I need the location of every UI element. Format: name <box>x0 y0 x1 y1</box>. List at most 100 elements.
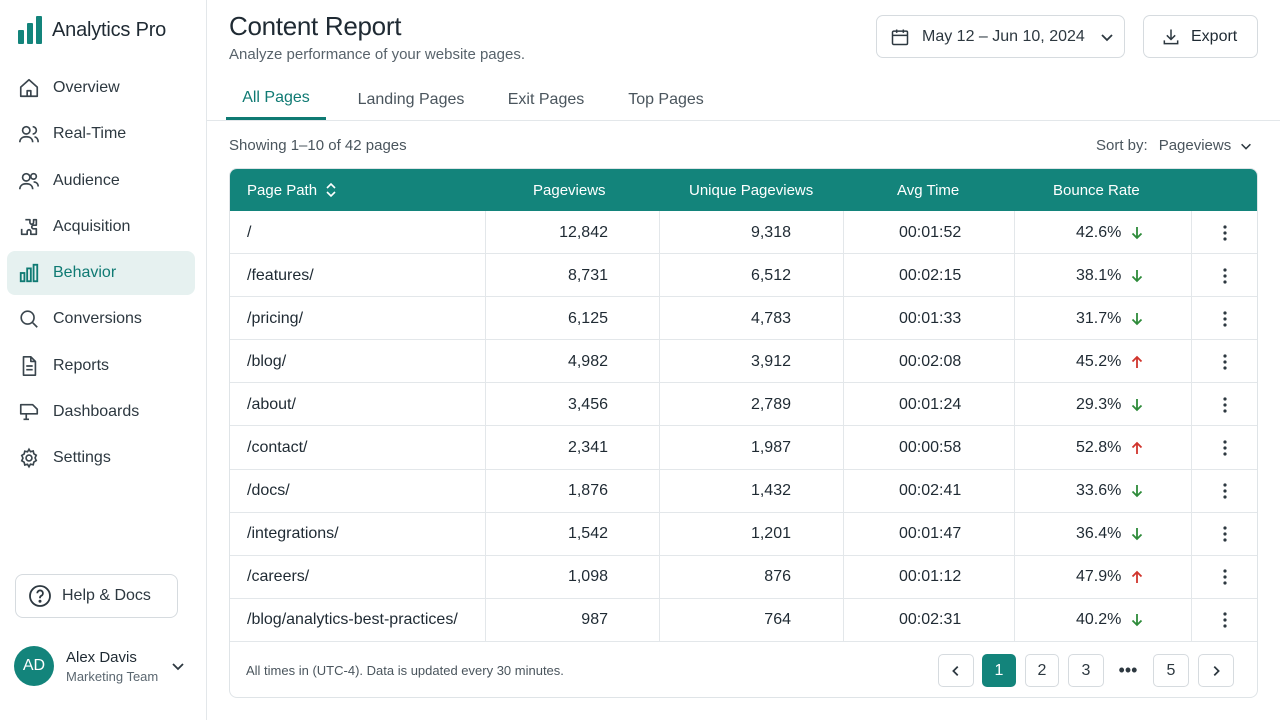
brand[interactable]: Analytics Pro <box>18 16 166 44</box>
column-divider <box>843 211 844 642</box>
pageviews-cell: 12,842 <box>559 223 608 241</box>
row-menu-button[interactable] <box>1192 254 1257 297</box>
page-path-cell[interactable]: /careers/ <box>247 556 309 599</box>
row-menu-button[interactable] <box>1192 297 1257 340</box>
unique-pageviews-cell: 1,432 <box>750 482 791 500</box>
sort-dropdown[interactable]: Sort by: Pageviews <box>1096 137 1253 154</box>
page-button-5[interactable]: 5 <box>1153 654 1189 687</box>
table-row[interactable]: /docs/1,876 1,432 00:02:41 33.6% <box>230 470 1257 513</box>
chevron-down-icon[interactable] <box>170 658 186 674</box>
row-menu-button[interactable] <box>1192 470 1257 513</box>
chevron-down-icon <box>1101 33 1113 41</box>
sidebar-item-real-time[interactable]: Real-Time <box>7 112 195 156</box>
bounce-rate-cell: 31.7% <box>1076 297 1143 340</box>
column-divider <box>659 211 660 642</box>
sidebar-item-audience[interactable]: Audience <box>7 159 195 203</box>
column-header-unique-pageviews[interactable]: Unique Pageviews <box>689 169 813 211</box>
date-range-label: May 12 – Jun 10, 2024 <box>922 27 1085 45</box>
page-path-cell[interactable]: /blog/ <box>247 340 286 383</box>
table-row[interactable]: /features/8,731 6,512 00:02:15 38.1% <box>230 254 1257 298</box>
avg-time-cell: 00:02:31 <box>899 611 962 629</box>
tab-top-pages[interactable]: Top Pages <box>616 78 716 121</box>
arrow-down-icon <box>1131 398 1143 412</box>
table-footnote: All times in (UTC-4). Data is updated ev… <box>246 663 564 678</box>
date-range-picker[interactable]: May 12 – Jun 10, 2024 <box>876 15 1125 58</box>
tab-landing-pages[interactable]: Landing Pages <box>346 78 476 121</box>
row-menu-button[interactable] <box>1192 513 1257 556</box>
sidebar-item-behavior[interactable]: Behavior <box>7 251 195 296</box>
column-header-pageviews[interactable]: Pageviews <box>533 169 606 211</box>
more-vertical-icon <box>1223 612 1227 628</box>
bounce-rate-cell: 36.4% <box>1076 513 1143 556</box>
page-path-cell[interactable]: /about/ <box>247 383 296 426</box>
export-button[interactable]: Export <box>1143 15 1258 58</box>
table-row[interactable]: /contact/2,341 1,987 00:00:58 52.8% <box>230 427 1257 470</box>
page-path-cell[interactable]: /integrations/ <box>247 513 339 556</box>
bounce-rate-value: 29.3% <box>1076 395 1122 413</box>
table-row[interactable]: /integrations/1,542 1,201 00:01:47 36.4% <box>230 513 1257 556</box>
sidebar-item-dashboards[interactable]: Dashboards <box>7 390 195 434</box>
more-vertical-icon <box>1223 267 1227 284</box>
page-button-1[interactable]: 1 <box>982 654 1016 687</box>
dashboard-icon <box>18 401 40 423</box>
arrow-down-icon <box>1131 226 1143 240</box>
column-header-label: Page Path <box>247 181 318 199</box>
avatar: AD <box>14 646 54 686</box>
unique-pageviews-cell: 1,201 <box>750 525 791 543</box>
audience-icon <box>18 170 40 192</box>
table-row[interactable]: /pricing/6,125 4,783 00:01:33 31.7% <box>230 297 1257 341</box>
bounce-rate-value: 40.2% <box>1076 611 1122 629</box>
page-title: Content Report <box>229 11 402 41</box>
sidebar-item-reports[interactable]: Reports <box>7 344 195 388</box>
table-row[interactable]: /blog/4,982 3,912 00:02:08 45.2% <box>230 340 1257 384</box>
row-menu-button[interactable] <box>1192 340 1257 383</box>
bounce-rate-value: 42.6% <box>1076 223 1122 241</box>
column-header-page-path[interactable]: Page Path <box>247 169 337 211</box>
bounce-rate-cell: 52.8% <box>1076 427 1143 470</box>
sort-value: Pageviews <box>1158 137 1232 154</box>
next-page-button[interactable] <box>1198 654 1234 687</box>
column-header-avg-time[interactable]: Avg Time <box>897 169 959 211</box>
page-path-cell[interactable]: /features/ <box>247 254 314 297</box>
row-menu-button[interactable] <box>1192 383 1257 426</box>
tab-all-pages[interactable]: All Pages <box>226 78 326 120</box>
page-path-cell[interactable]: /pricing/ <box>247 297 303 340</box>
tab-exit-pages[interactable]: Exit Pages <box>496 78 596 121</box>
page-button-3[interactable]: 3 <box>1068 654 1104 687</box>
column-header-bounce-rate[interactable]: Bounce Rate <box>1053 169 1140 211</box>
sidebar-nav: Overview Real-Time Audience Acquisition <box>7 66 195 483</box>
bounce-rate-value: 38.1% <box>1076 266 1122 284</box>
page-path-cell[interactable]: /docs/ <box>247 470 290 513</box>
row-menu-button[interactable] <box>1192 556 1257 599</box>
row-menu-button[interactable] <box>1192 599 1257 642</box>
avg-time-cell: 00:00:58 <box>899 439 962 456</box>
table-row[interactable]: / 12,842 9,318 00:01:52 42.6% <box>230 211 1257 254</box>
sidebar-item-conversions[interactable]: Conversions <box>7 297 195 341</box>
sidebar-item-settings[interactable]: Settings <box>7 436 195 480</box>
table-row[interactable]: /careers/1,098 876 00:01:12 47.9% <box>230 556 1257 599</box>
more-vertical-icon <box>1223 483 1227 499</box>
row-menu-button[interactable] <box>1192 427 1257 470</box>
unique-pageviews-cell: 2,789 <box>750 395 791 413</box>
pageviews-cell: 3,456 <box>567 395 608 413</box>
page-button-2[interactable]: 2 <box>1025 654 1059 687</box>
bounce-rate-value: 36.4% <box>1076 525 1122 543</box>
prev-page-button[interactable] <box>938 654 974 687</box>
page-path-cell[interactable]: / <box>247 211 251 254</box>
help-docs-button[interactable]: Help & Docs <box>15 574 178 618</box>
user-profile[interactable]: AD Alex Davis Marketing Team <box>14 646 189 686</box>
sidebar-item-label: Reports <box>53 356 110 374</box>
page-path-cell[interactable]: /blog/analytics-best-practices/ <box>247 599 458 642</box>
pageviews-cell: 1,542 <box>567 525 608 543</box>
table-row[interactable]: /about/3,456 2,789 00:01:24 29.3% <box>230 383 1257 427</box>
bounce-rate-cell: 38.1% <box>1076 254 1143 297</box>
arrow-down-icon <box>1131 269 1143 283</box>
arrow-down-icon <box>1131 312 1143 326</box>
sidebar-item-overview[interactable]: Overview <box>7 66 195 110</box>
arrow-down-icon <box>1131 613 1143 627</box>
sidebar-item-acquisition[interactable]: Acquisition <box>7 205 195 249</box>
row-menu-button[interactable] <box>1192 211 1257 254</box>
acquisition-icon <box>18 216 40 238</box>
page-path-cell[interactable]: /contact/ <box>247 427 307 470</box>
table-row[interactable]: /blog/analytics-best-practices/987 764 00:… <box>230 599 1257 642</box>
